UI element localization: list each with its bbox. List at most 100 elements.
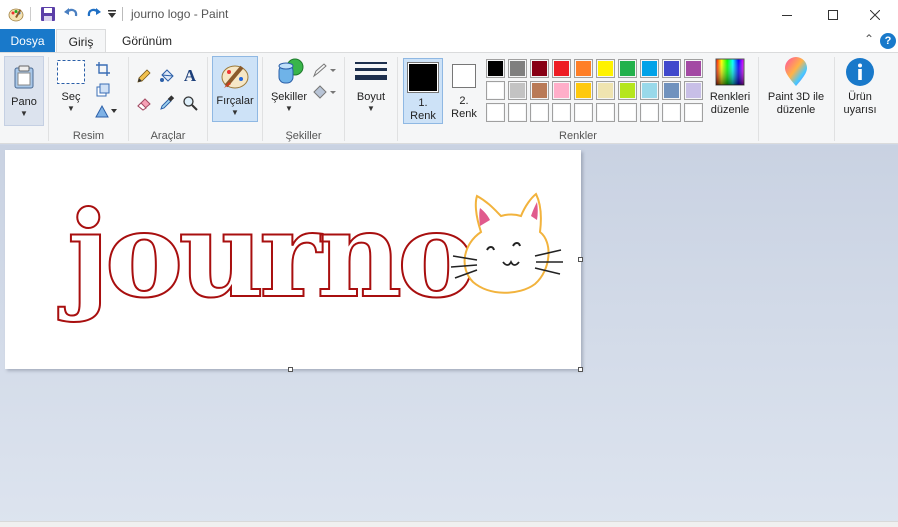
palette-swatch[interactable]	[574, 59, 593, 78]
chevron-down-icon: ▼	[285, 104, 293, 113]
palette-swatch[interactable]	[596, 59, 615, 78]
maximize-button[interactable]	[810, 0, 856, 29]
fill-bucket-icon[interactable]	[158, 67, 176, 85]
chevron-down-icon: ▼	[367, 104, 375, 113]
save-icon[interactable]	[38, 4, 58, 24]
resize-handle-bottom[interactable]	[288, 367, 293, 372]
group-brushes: Fırçalar ▼	[208, 53, 258, 144]
group-paint3d: Paint 3D ile düzenle	[759, 53, 833, 144]
palette-swatch[interactable]	[486, 59, 505, 78]
paste-button[interactable]: Pano ▼	[4, 56, 44, 126]
edit-colors-line2: düzenle	[710, 104, 750, 116]
pencil-icon[interactable]	[135, 67, 153, 85]
color2-button[interactable]: 2. Renk	[446, 62, 482, 121]
resize-icon[interactable]	[94, 81, 112, 99]
image-group-label: Resim	[72, 130, 105, 142]
palette-swatch[interactable]	[662, 103, 681, 122]
palette-swatch[interactable]	[508, 103, 527, 122]
resize-handle-right[interactable]	[578, 257, 583, 262]
title-separator	[122, 7, 123, 21]
palette-swatch[interactable]	[530, 103, 549, 122]
ribbon-tabs: Dosya Giriş Görünüm ⌃ ?	[0, 29, 898, 54]
color1-line1: 1.	[418, 97, 428, 109]
group-colors: 1. Renk 2. Renk Renkleri düzenle Renkler	[398, 53, 758, 144]
palette-swatch[interactable]	[618, 59, 637, 78]
minimize-button[interactable]	[764, 0, 810, 29]
paint-app-icon[interactable]	[6, 4, 26, 24]
color1-button[interactable]: 1. Renk	[403, 58, 443, 124]
palette-swatch[interactable]	[684, 103, 703, 122]
undo-icon[interactable]	[61, 4, 81, 24]
customize-dropdown-icon[interactable]	[106, 4, 118, 24]
palette-swatch[interactable]	[486, 103, 505, 122]
size-button[interactable]: Boyut ▼	[351, 56, 391, 114]
tab-home[interactable]: Giriş	[56, 29, 106, 54]
palette-swatch[interactable]	[596, 103, 615, 122]
shapes-button[interactable]: Şekiller ▼	[267, 56, 311, 114]
close-button[interactable]	[852, 0, 898, 29]
palette-swatch[interactable]	[508, 81, 527, 100]
chevron-down-icon: ▼	[67, 104, 75, 113]
resize-handle-corner[interactable]	[578, 367, 583, 372]
line-width-icon	[355, 56, 387, 88]
eraser-icon[interactable]	[135, 94, 153, 112]
color2-swatch	[452, 64, 476, 88]
group-tools: A Araçlar	[129, 53, 207, 144]
tab-view[interactable]: Görünüm	[110, 29, 184, 53]
shapes-label: Şekiller	[270, 91, 308, 103]
palette-swatch[interactable]	[574, 103, 593, 122]
palette-swatch[interactable]	[640, 103, 659, 122]
outline-icon[interactable]	[312, 61, 338, 79]
brushes-label: Fırçalar	[216, 95, 254, 107]
palette-swatch[interactable]	[552, 81, 571, 100]
clipboard-icon	[8, 61, 40, 93]
crop-icon[interactable]	[94, 60, 112, 78]
shapes-group-label: Şekiller	[285, 130, 322, 142]
rotate-icon[interactable]	[94, 102, 120, 120]
palette-swatch[interactable]	[640, 81, 659, 100]
palette-swatch[interactable]	[684, 59, 703, 78]
brushes-button[interactable]: Fırçalar ▼	[212, 56, 258, 122]
product-alert-button[interactable]: Ürün uyarısı	[837, 56, 883, 117]
palette-swatch[interactable]	[508, 59, 527, 78]
palette-swatch[interactable]	[552, 103, 571, 122]
minimize-icon	[782, 7, 792, 23]
group-clipboard: Pano ▼	[0, 53, 48, 144]
color1-line2: Renk	[410, 110, 436, 122]
paint3d-line1: Paint 3D ile	[767, 91, 825, 103]
size-label: Boyut	[356, 91, 386, 103]
paint3d-line2: düzenle	[776, 104, 816, 116]
fill-icon[interactable]	[312, 83, 338, 101]
palette-swatch[interactable]	[486, 81, 505, 100]
paint3d-button[interactable]: Paint 3D ile düzenle	[761, 56, 831, 117]
chevron-up-icon: ⌃	[863, 32, 874, 46]
palette-swatch[interactable]	[552, 59, 571, 78]
workspace: journo	[0, 145, 898, 527]
title-bar: journo logo - Paint	[0, 0, 898, 29]
palette-swatch[interactable]	[662, 81, 681, 100]
edit-colors-button[interactable]: Renkleri düzenle	[704, 56, 756, 117]
palette-swatch[interactable]	[640, 59, 659, 78]
color-picker-icon[interactable]	[158, 94, 176, 112]
select-button[interactable]: Seç ▼	[54, 56, 88, 114]
palette-swatch[interactable]	[684, 81, 703, 100]
collapse-ribbon-button[interactable]: ⌃	[864, 32, 874, 46]
edit-colors-icon	[714, 56, 746, 88]
palette-swatch[interactable]	[530, 59, 549, 78]
palette-swatch[interactable]	[618, 103, 637, 122]
group-size: Boyut ▼	[345, 53, 397, 144]
palette-swatch[interactable]	[618, 81, 637, 100]
info-icon	[844, 56, 876, 88]
color1-swatch	[407, 62, 439, 93]
tab-file[interactable]: Dosya	[0, 29, 55, 53]
palette-swatch[interactable]	[530, 81, 549, 100]
magnifier-icon[interactable]	[181, 94, 199, 112]
palette-swatch[interactable]	[596, 81, 615, 100]
palette-swatch[interactable]	[574, 81, 593, 100]
help-button[interactable]: ?	[880, 33, 896, 49]
redo-icon[interactable]	[84, 4, 104, 24]
drawing-canvas[interactable]: journo	[5, 150, 581, 369]
group-image: Seç ▼ Resim	[49, 53, 128, 144]
text-tool-icon[interactable]: A	[181, 66, 199, 85]
palette-swatch[interactable]	[662, 59, 681, 78]
